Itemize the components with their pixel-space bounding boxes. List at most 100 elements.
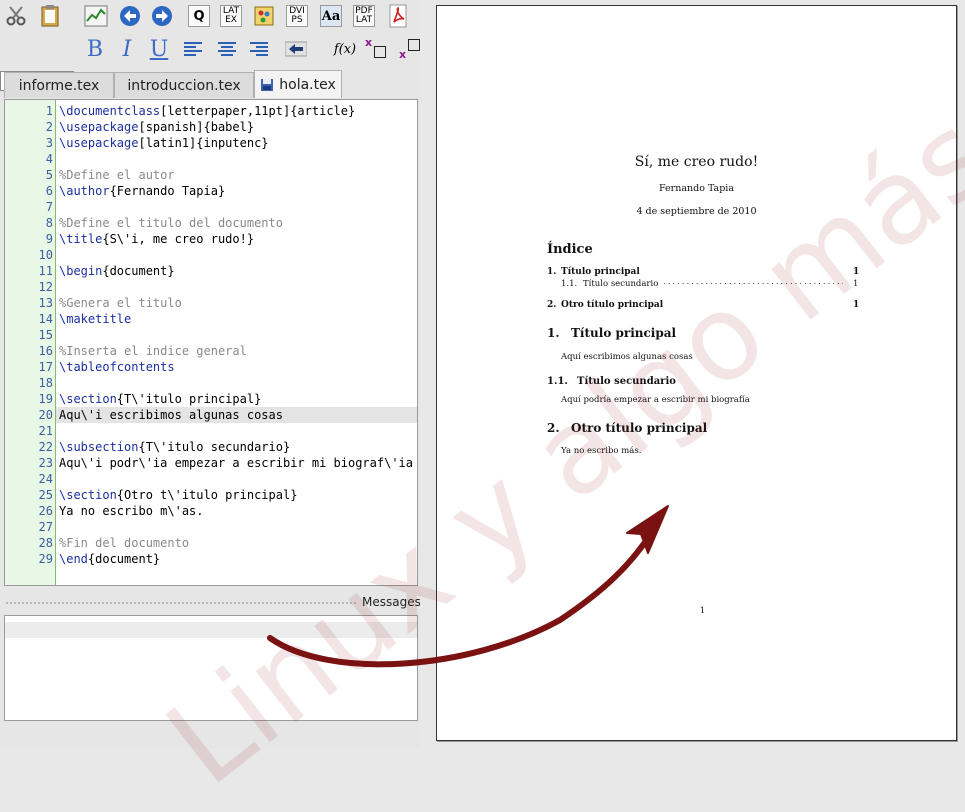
- bold-button[interactable]: B: [82, 36, 108, 62]
- drag-handle[interactable]: [6, 602, 356, 604]
- code-line[interactable]: \usepackage[spanish]{babel}: [59, 119, 415, 135]
- doc-title: Sí, me creo rudo!: [634, 154, 759, 170]
- code-line[interactable]: %Define el titulo del documento: [59, 215, 415, 231]
- pdflatex-icon[interactable]: PDF LAT: [351, 3, 377, 29]
- latex-command: \subsection: [59, 440, 139, 454]
- align-right-icon[interactable]: [246, 36, 272, 62]
- code-text: {S\'i, me creo rudo!}: [102, 232, 255, 246]
- toc-11-num: 1.1.: [561, 279, 578, 289]
- line-number: 15: [38, 328, 53, 342]
- latex-command: \maketitle: [59, 312, 132, 326]
- line-number: 11: [38, 264, 53, 278]
- font-icon[interactable]: Aa: [318, 3, 344, 29]
- code-line[interactable]: \section{T\'itulo principal}: [59, 391, 415, 407]
- code-text: {Otro t\'itulo principal}: [116, 488, 298, 502]
- code-line[interactable]: %Define el autor: [59, 167, 415, 183]
- code-comment: %Inserta el indice general: [59, 344, 247, 358]
- code-text: Aqu\'i podr\'ia empezar a escribir mi bi…: [59, 456, 414, 470]
- latex-command: \title: [59, 232, 103, 246]
- italic-button[interactable]: I: [114, 36, 140, 62]
- code-comment: %Define el autor: [59, 168, 175, 182]
- line-number: 7: [45, 200, 53, 214]
- code-line[interactable]: \tableofcontents: [59, 359, 415, 375]
- line-number: 4: [45, 152, 53, 166]
- subscript-button[interactable]: x: [396, 36, 420, 62]
- code-line[interactable]: \title{S\'i, me creo rudo!}: [59, 231, 415, 247]
- doc-date: 4 de septiembre de 2010: [636, 206, 757, 217]
- forward-arrow-icon[interactable]: [149, 3, 175, 29]
- query-button-label: Q: [188, 5, 210, 27]
- superscript-button[interactable]: x: [362, 36, 390, 62]
- subsection-11-title: Título secundario: [577, 376, 676, 387]
- underline-button[interactable]: U: [146, 36, 172, 62]
- toc-heading: Índice: [547, 242, 593, 257]
- toc-1-page: 1: [853, 267, 860, 277]
- code-line[interactable]: Ya no escribo m\'as.: [59, 503, 415, 519]
- code-text: [spanish]{babel}: [138, 120, 255, 134]
- section-1-body: Aquí escribimos algunas cosas: [561, 352, 693, 362]
- latex-command: \begin: [59, 264, 103, 278]
- code-line[interactable]: \begin{document}: [59, 263, 415, 279]
- toc-dot-leader: ........................................…: [663, 277, 843, 287]
- latex-command: \end: [59, 552, 88, 566]
- code-line[interactable]: \subsection{T\'itulo secundario}: [59, 439, 415, 455]
- code-comment: %Fin del documento: [59, 536, 190, 550]
- clipboard-icon[interactable]: [37, 3, 63, 29]
- back-arrow-icon[interactable]: [117, 3, 143, 29]
- line-number: 1: [45, 104, 53, 118]
- code-line[interactable]: \documentclass[letterpaper,11pt]{article…: [59, 103, 415, 119]
- section-1-title: Título principal: [571, 326, 677, 340]
- latex-button-label: LAT EX: [220, 5, 242, 27]
- dvips-icon[interactable]: DVI PS: [284, 3, 310, 29]
- align-left-icon[interactable]: [180, 36, 206, 62]
- chart-icon[interactable]: [83, 3, 109, 29]
- code-line[interactable]: \section{Otro t\'itulo principal}: [59, 487, 415, 503]
- code-line[interactable]: Aqu\'i podr\'ia empezar a escribir mi bi…: [59, 455, 415, 471]
- line-number: 13: [38, 296, 53, 310]
- line-number: 24: [38, 472, 53, 486]
- section-2-title: Otro título principal: [571, 421, 708, 435]
- line-number: 21: [38, 424, 53, 438]
- toc-1-num: 1.: [547, 267, 557, 277]
- code-text: {T\'itulo principal}: [116, 392, 262, 406]
- line-number: 5: [45, 168, 53, 182]
- code-line[interactable]: Aqu\'i escribimos algunas cosas: [59, 407, 415, 423]
- code-text: Ya no escribo m\'as.: [59, 504, 204, 518]
- line-number: 22: [38, 440, 53, 454]
- section-1-num: 1.: [547, 326, 560, 340]
- tab-introduccion[interactable]: introduccion.tex: [114, 72, 254, 98]
- line-number: 10: [38, 248, 53, 262]
- subscript-label: x: [399, 48, 407, 61]
- code-line[interactable]: %Inserta el indice general: [59, 343, 415, 359]
- code-line[interactable]: \author{Fernando Tapia}: [59, 183, 415, 199]
- code-line[interactable]: \end{document}: [59, 551, 415, 567]
- save-icon: [261, 78, 274, 91]
- line-number: 18: [38, 376, 53, 390]
- toc-11-page: 1: [853, 279, 859, 289]
- line-number: 2: [45, 120, 53, 134]
- code-line[interactable]: \maketitle: [59, 311, 415, 327]
- dvips-button-label: DVI PS: [286, 5, 308, 27]
- tab-hola[interactable]: hola.tex: [254, 70, 342, 98]
- tab-hola-label: hola.tex: [279, 76, 336, 93]
- tab-informe[interactable]: informe.tex: [4, 72, 114, 98]
- line-number: 28: [38, 536, 53, 550]
- scissors-icon[interactable]: [3, 3, 29, 29]
- search-doc-icon[interactable]: Q: [186, 3, 212, 29]
- code-line[interactable]: %Fin del documento: [59, 535, 415, 551]
- code-editor[interactable]: 1 2 3 4 5 6 7 8 9 10 11 12 13 14 15 16 17 18 19 20 21 22 23 24 2…: [4, 99, 418, 586]
- palette-icon[interactable]: [251, 3, 277, 29]
- align-center-icon[interactable]: [214, 36, 240, 62]
- function-button[interactable]: f(x): [330, 36, 360, 62]
- code-line[interactable]: %Genera el titulo: [59, 295, 415, 311]
- backspace-icon[interactable]: [283, 36, 309, 62]
- latex-icon[interactable]: LAT EX: [218, 3, 244, 29]
- code-text: [letterpaper,11pt]{article}: [160, 104, 356, 118]
- pdf-icon[interactable]: [385, 3, 411, 29]
- code-text: {document}: [87, 552, 161, 566]
- line-number: 23: [38, 456, 53, 470]
- messages-label: Messages: [362, 595, 420, 609]
- code-line[interactable]: \usepackage[latin1]{inputenc}: [59, 135, 415, 151]
- line-number: 26: [38, 504, 53, 518]
- editor-pane: Q LAT EX DVI PS Aa PDF LAT ▼ B I U: [0, 0, 420, 749]
